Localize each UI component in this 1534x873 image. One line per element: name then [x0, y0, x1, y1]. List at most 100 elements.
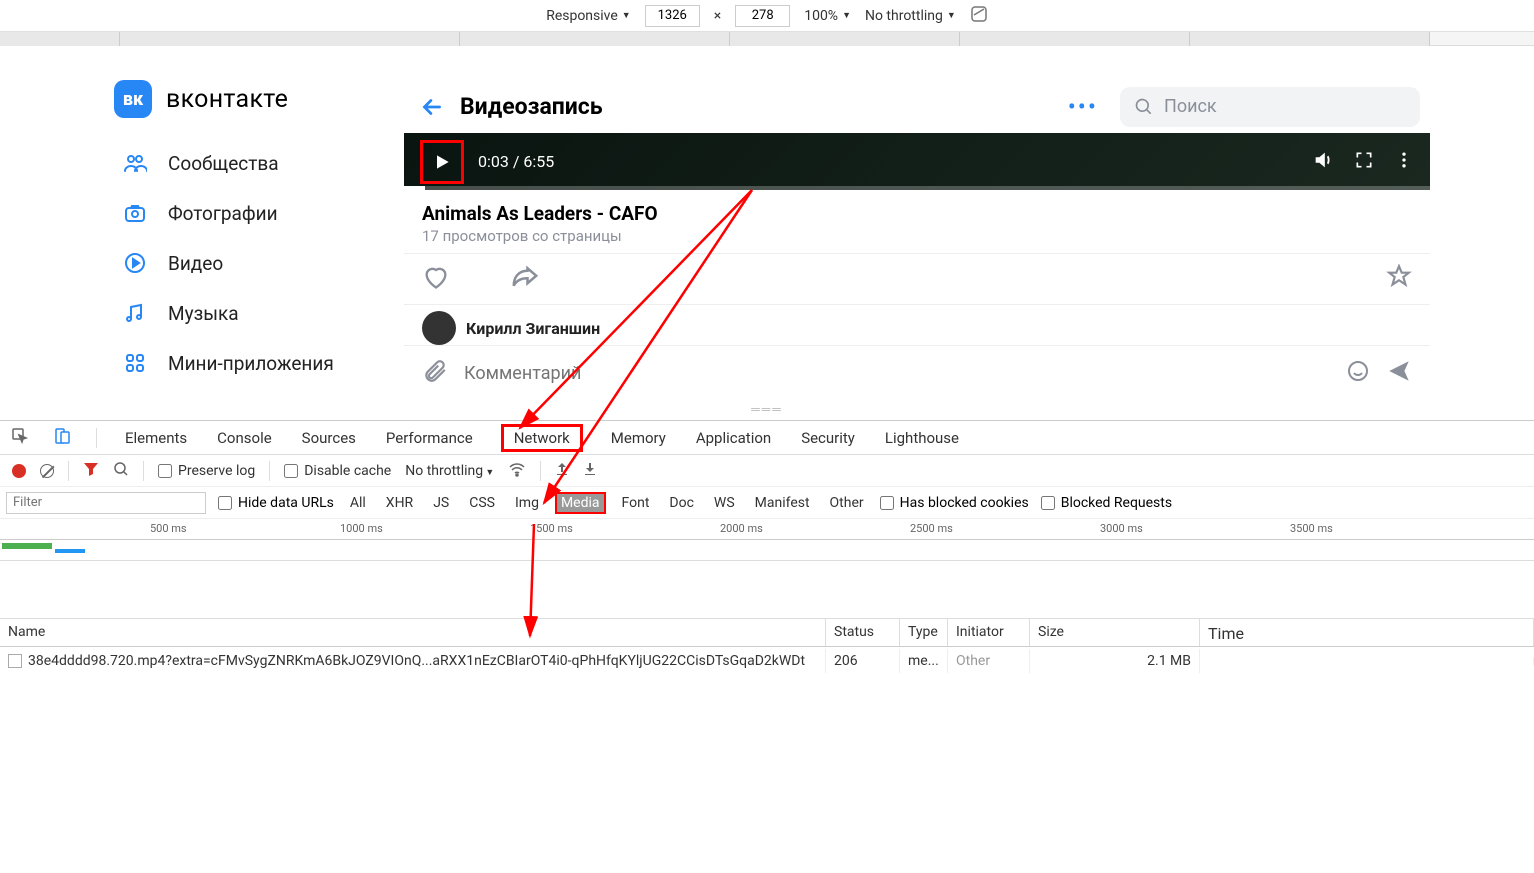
viewport: вк вконтакте Сообщества Фотографии Видео…	[0, 46, 1534, 420]
wifi-icon[interactable]	[508, 460, 526, 482]
zoom-dropdown[interactable]: 100%	[804, 8, 851, 24]
filter-input[interactable]	[6, 492, 206, 514]
bookmark-icon[interactable]	[1386, 264, 1412, 294]
filter-media[interactable]: Media	[555, 492, 606, 514]
tab-lighthouse[interactable]: Lighthouse	[883, 425, 961, 451]
disable-cache-checkbox[interactable]: Disable cache	[284, 463, 391, 479]
preserve-log-checkbox[interactable]: Preserve log	[158, 463, 255, 479]
inspect-icon[interactable]	[12, 428, 28, 448]
sidebar-item-video[interactable]: Видео	[114, 238, 404, 288]
request-initiator: Other	[948, 649, 1030, 673]
sidebar-item-label: Видео	[168, 252, 223, 275]
filter-other[interactable]: Other	[826, 493, 868, 513]
request-type: me...	[900, 649, 948, 673]
throttling-dropdown[interactable]: No throttling	[865, 8, 956, 24]
rotate-icon[interactable]	[970, 5, 988, 27]
tab-sources[interactable]: Sources	[300, 425, 358, 451]
ruler	[0, 32, 1534, 46]
upload-icon[interactable]	[555, 462, 569, 480]
blocked-cookies-checkbox[interactable]: Has blocked cookies	[880, 495, 1029, 511]
filter-xhr[interactable]: XHR	[382, 493, 417, 513]
like-icon[interactable]	[422, 263, 450, 295]
filter-all[interactable]: All	[346, 493, 370, 513]
devtools-tabs: Elements Console Sources Performance Net…	[0, 421, 1534, 455]
sidebar-item-miniapps[interactable]: Мини-приложения	[114, 338, 404, 388]
filter-ws[interactable]: WS	[710, 493, 739, 513]
more-vert-icon[interactable]	[1394, 150, 1414, 174]
record-button[interactable]	[12, 464, 26, 478]
tab-security[interactable]: Security	[799, 425, 857, 451]
col-name[interactable]: Name	[0, 619, 826, 646]
search-placeholder: Поиск	[1164, 96, 1217, 117]
tab-memory[interactable]: Memory	[609, 425, 668, 451]
col-type[interactable]: Type	[900, 619, 948, 646]
timeline-label: 500 ms	[150, 522, 187, 535]
vk-logo-row[interactable]: вк вконтакте	[114, 80, 404, 118]
resize-handle[interactable]: ═══	[0, 400, 1534, 418]
video-player[interactable]: 0:03 / 6:55	[404, 133, 1430, 190]
users-icon	[122, 150, 148, 176]
vk-sidebar: вк вконтакте Сообщества Фотографии Видео…	[104, 80, 404, 400]
viewport-height-input[interactable]	[735, 5, 790, 27]
timeline-label: 1500 ms	[530, 522, 573, 535]
filter-css[interactable]: CSS	[465, 493, 499, 513]
sidebar-item-music[interactable]: Музыка	[114, 288, 404, 338]
back-arrow-icon[interactable]	[414, 89, 450, 125]
more-icon[interactable]: •••	[1068, 93, 1098, 121]
dimension-separator: ×	[714, 8, 721, 24]
tab-elements[interactable]: Elements	[123, 425, 189, 451]
progress-bar[interactable]	[404, 186, 1430, 190]
sidebar-item-label: Мини-приложения	[168, 352, 334, 375]
col-initiator[interactable]: Initiator	[948, 619, 1030, 646]
volume-icon[interactable]	[1312, 149, 1334, 175]
attach-icon[interactable]	[422, 358, 448, 388]
sidebar-item-label: Музыка	[168, 302, 239, 325]
filter-manifest[interactable]: Manifest	[751, 493, 814, 513]
filter-font[interactable]: Font	[618, 493, 654, 513]
send-icon[interactable]	[1386, 358, 1412, 388]
vk-logo-icon: вк	[114, 80, 152, 118]
filter-img[interactable]: Img	[511, 493, 543, 513]
user-name: Кирилл Зиганшин	[466, 319, 600, 338]
tab-performance[interactable]: Performance	[384, 425, 475, 451]
search-icon[interactable]	[113, 461, 129, 481]
clear-button[interactable]	[40, 464, 54, 478]
throttling-select[interactable]: No throttling	[405, 463, 494, 479]
tab-network[interactable]: Network	[501, 424, 583, 452]
download-icon[interactable]	[583, 462, 597, 480]
blocked-requests-checkbox[interactable]: Blocked Requests	[1041, 495, 1172, 511]
search-input[interactable]: Поиск	[1120, 87, 1420, 127]
video-views: 17 просмотров со страницы	[422, 227, 1412, 245]
timeline-detail	[0, 561, 1534, 619]
viewport-width-input[interactable]	[645, 5, 700, 27]
col-status[interactable]: Status	[826, 619, 900, 646]
network-timeline[interactable]: 500 ms 1000 ms 1500 ms 2000 ms 2500 ms 3…	[0, 519, 1534, 561]
request-size: 2.1 MB	[1030, 649, 1200, 673]
play-circle-icon	[122, 250, 148, 276]
sidebar-item-photos[interactable]: Фотографии	[114, 188, 404, 238]
file-icon	[8, 654, 22, 668]
device-mode-dropdown[interactable]: Responsive	[546, 8, 631, 24]
device-icon[interactable]	[54, 428, 70, 448]
tab-application[interactable]: Application	[694, 425, 773, 451]
request-status: 206	[826, 649, 900, 673]
comment-user-row: Кирилл Зиганшин	[404, 305, 1430, 345]
filter-doc[interactable]: Doc	[665, 493, 698, 513]
camera-icon	[122, 200, 148, 226]
share-icon[interactable]	[510, 262, 540, 296]
network-table-header: Name Status Type Initiator Size Time	[0, 619, 1534, 647]
comment-input[interactable]	[464, 363, 1330, 384]
devtools-panel: Elements Console Sources Performance Net…	[0, 420, 1534, 675]
play-button[interactable]	[420, 140, 464, 184]
emoji-icon[interactable]	[1346, 359, 1370, 387]
col-time[interactable]: Time	[1200, 619, 1534, 646]
filter-icon[interactable]	[83, 461, 99, 481]
hide-urls-checkbox[interactable]: Hide data URLs	[218, 495, 334, 511]
table-row[interactable]: 38e4dddd98.720.mp4?extra=cFMvSygZNRKmA6B…	[0, 647, 1534, 675]
filter-js[interactable]: JS	[429, 493, 453, 513]
fullscreen-icon[interactable]	[1354, 150, 1374, 174]
avatar[interactable]	[422, 311, 456, 345]
sidebar-item-communities[interactable]: Сообщества	[114, 138, 404, 188]
col-size[interactable]: Size	[1030, 619, 1200, 646]
tab-console[interactable]: Console	[215, 425, 274, 451]
